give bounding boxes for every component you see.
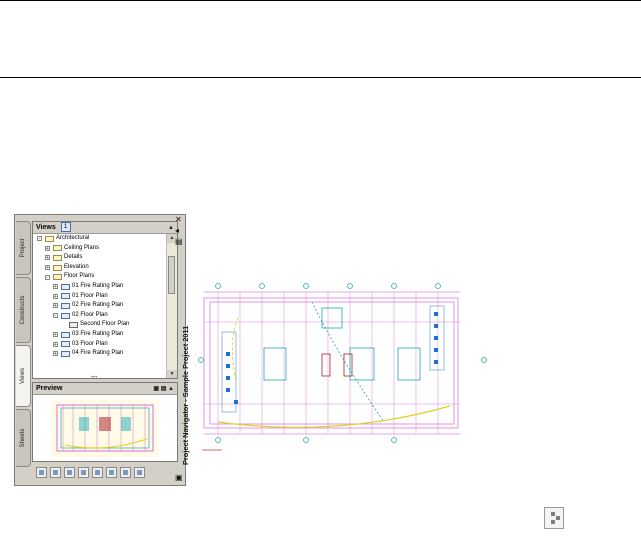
tree-item-label: Ceiling Plans bbox=[64, 244, 100, 251]
tree-item[interactable]: - Floor Plans bbox=[33, 272, 167, 282]
tab-constructs[interactable]: Constructs bbox=[16, 277, 31, 343]
tree-item[interactable]: - Architectural bbox=[33, 234, 167, 244]
tree-item[interactable]: +01 Fire Rating Plan bbox=[33, 282, 167, 292]
tree-item-label: Details bbox=[64, 254, 83, 261]
top-rule bbox=[0, 0, 641, 1]
preview-panel: Preview ▣ ▤ ▲ bbox=[32, 382, 178, 462]
view-icon bbox=[61, 283, 70, 290]
expand-node-icon[interactable]: + bbox=[53, 332, 58, 338]
tree-item-label: 01 Floor Plan bbox=[72, 292, 108, 299]
expand-node-icon[interactable]: + bbox=[53, 284, 58, 290]
folder-icon bbox=[53, 264, 62, 271]
collapse-arrow-icon[interactable]: ▲ bbox=[168, 223, 174, 234]
reposition-icon[interactable] bbox=[134, 467, 145, 478]
scroll-down-icon[interactable]: ▼ bbox=[167, 370, 177, 378]
views-tree: - Architectural + Ceiling Plans + Details + Ele… bbox=[33, 234, 167, 378]
project-navigator-icon bbox=[544, 507, 564, 529]
sheet-icon bbox=[69, 322, 78, 329]
expand-node-icon[interactable]: + bbox=[53, 351, 58, 357]
palette-title: Project Navigator - Sample Project 2011 bbox=[181, 325, 190, 465]
folder-icon bbox=[53, 254, 62, 261]
expand-node-icon[interactable]: + bbox=[53, 341, 58, 347]
preview-controls-icon[interactable]: ▣ ▤ ▲ bbox=[153, 384, 174, 395]
properties-icon[interactable] bbox=[106, 467, 117, 478]
info-badge[interactable]: 1 bbox=[60, 222, 71, 233]
tree-item[interactable]: +03 Fire Rating Plan bbox=[33, 330, 167, 340]
view-icon bbox=[61, 331, 70, 338]
tree-item[interactable]: +02 Fire Rating Plan bbox=[33, 301, 167, 311]
properties-menu-icon[interactable]: ▤ bbox=[175, 237, 183, 246]
tab-views[interactable]: Views bbox=[16, 345, 31, 407]
tree-item-label: 02 Floor Plan bbox=[72, 311, 108, 318]
collapse-node-icon[interactable]: - bbox=[45, 274, 50, 280]
tree-item[interactable]: + Details bbox=[33, 253, 167, 263]
tab-project[interactable]: Project bbox=[16, 221, 31, 275]
delete-icon[interactable] bbox=[78, 467, 89, 478]
tree-item-label: Architectural bbox=[56, 235, 90, 241]
views-panel-title: Views bbox=[36, 224, 56, 231]
tree-item[interactable]: + Elevation bbox=[33, 263, 167, 273]
palette-menu-icon[interactable]: ▣ bbox=[175, 473, 183, 482]
preview-panel-title: Preview bbox=[36, 385, 63, 392]
add-view-icon[interactable] bbox=[64, 467, 75, 478]
tree-item[interactable]: Second Floor Plan bbox=[33, 320, 167, 330]
expand-node-icon[interactable]: + bbox=[45, 255, 50, 261]
expand-node-icon[interactable]: + bbox=[53, 293, 58, 299]
view-icon bbox=[61, 302, 70, 309]
folder-icon bbox=[53, 245, 62, 252]
tree-item-label: 03 Floor Plan bbox=[72, 340, 108, 347]
preview-panel-header: Preview ▣ ▤ ▲ bbox=[33, 383, 177, 395]
views-panel: Views 1 ▲ - Architectural + Ceiling Plans + D… bbox=[32, 221, 178, 379]
section-rule bbox=[0, 77, 641, 78]
preview-thumbnail bbox=[51, 399, 159, 457]
project-navigator-palette: Project Constructs Views Sheets Views 1 … bbox=[14, 214, 190, 486]
palette-toolbar bbox=[32, 465, 178, 481]
auto-hide-icon[interactable]: ◂ bbox=[175, 226, 179, 235]
tree-item-label: 03 Fire Rating Plan bbox=[72, 330, 124, 337]
tab-sheets[interactable]: Sheets bbox=[16, 409, 31, 467]
tree-item-label: 04 Fire Rating Plan bbox=[72, 350, 124, 357]
view-icon bbox=[61, 350, 70, 357]
tree-item-label: Second Floor Plan bbox=[80, 321, 130, 328]
view-icon bbox=[61, 293, 70, 300]
tree-item-label: 02 Fire Rating Plan bbox=[72, 302, 124, 309]
regenerate-icon[interactable] bbox=[92, 467, 103, 478]
expand-node-icon[interactable]: + bbox=[45, 245, 50, 251]
tree-item-label: Elevation bbox=[64, 263, 89, 270]
splitter-grip[interactable]: ••• bbox=[91, 375, 97, 381]
close-icon[interactable]: ✕ bbox=[175, 215, 182, 224]
refresh-icon[interactable] bbox=[120, 467, 131, 478]
collapse-node-icon[interactable]: - bbox=[53, 313, 58, 319]
palette-tabs: Project Constructs Views Sheets bbox=[15, 215, 32, 485]
tree-item[interactable]: - 02 Floor Plan bbox=[33, 311, 167, 321]
folder-icon bbox=[53, 274, 62, 281]
view-icon bbox=[61, 312, 70, 319]
views-panel-header: Views 1 ▲ bbox=[33, 222, 177, 234]
tree-item-label: 01 Fire Rating Plan bbox=[72, 282, 124, 289]
tree-item[interactable]: + Ceiling Plans bbox=[33, 244, 167, 254]
view-icon bbox=[61, 341, 70, 348]
folder-icon bbox=[45, 235, 54, 242]
new-category-icon[interactable] bbox=[50, 467, 61, 478]
floor-plan-drawing bbox=[198, 283, 487, 451]
collapse-node-icon[interactable]: - bbox=[37, 236, 42, 242]
expand-node-icon[interactable]: + bbox=[53, 303, 58, 309]
expand-node-icon[interactable]: + bbox=[45, 265, 50, 271]
new-view-icon[interactable] bbox=[36, 467, 47, 478]
tree-item-label: Floor Plans bbox=[64, 273, 95, 280]
tree-item[interactable]: +03 Floor Plan bbox=[33, 340, 167, 350]
tree-item[interactable]: +01 Floor Plan bbox=[33, 292, 167, 302]
tree-item[interactable]: +04 Fire Rating Plan bbox=[33, 349, 167, 359]
views-scrollbar[interactable]: ▲ ▼ bbox=[166, 234, 177, 378]
scroll-thumb[interactable] bbox=[168, 256, 175, 294]
